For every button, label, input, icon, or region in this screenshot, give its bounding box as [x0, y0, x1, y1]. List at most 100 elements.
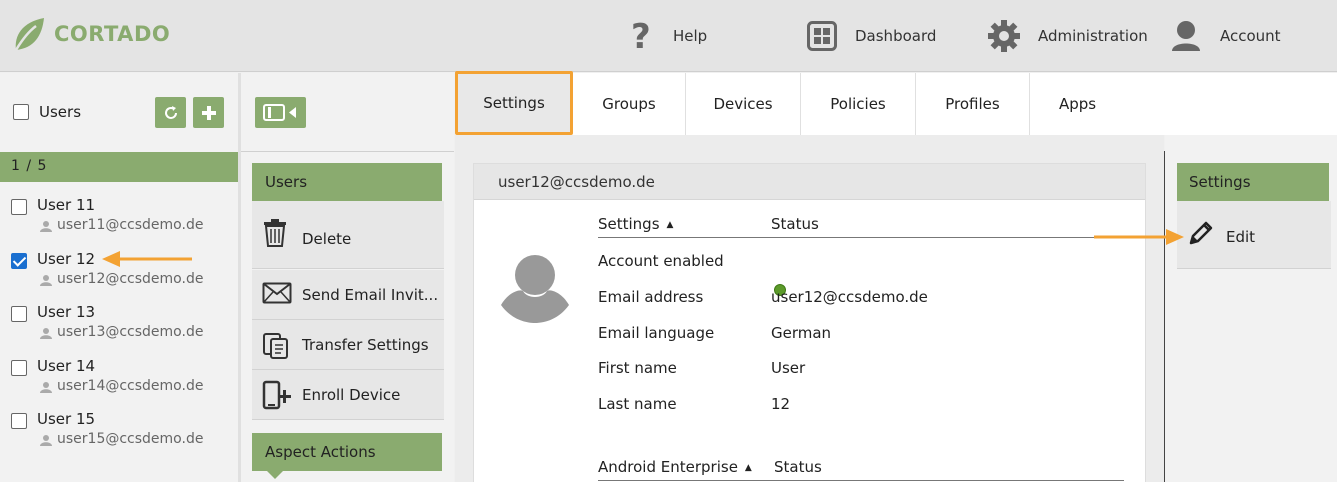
tab-devices[interactable]: Devices — [686, 73, 801, 135]
collapse-panel-button[interactable] — [255, 97, 306, 128]
cortado-logo[interactable]: CORTADO — [10, 14, 170, 54]
main-content: user12@ccsdemo.de Settings ▲ Status Accou… — [455, 135, 1164, 482]
user-small-icon — [40, 221, 52, 232]
status-column-header[interactable]: Status — [774, 458, 822, 476]
select-all-checkbox[interactable] — [13, 104, 29, 120]
user-checkbox[interactable] — [11, 360, 27, 376]
send-email-label: Send Email Invit... — [302, 286, 439, 304]
nav-dashboard[interactable]: Dashboard — [807, 16, 936, 56]
status-column-header[interactable]: Status — [771, 215, 819, 233]
nav-account[interactable]: Account — [1170, 16, 1281, 56]
separator — [241, 151, 454, 152]
page-indicator: 1 / 5 — [11, 158, 48, 174]
tab-profiles[interactable]: Profiles — [916, 73, 1030, 135]
send-email-invitation-action[interactable]: Send Email Invit... — [252, 270, 444, 320]
refresh-button[interactable] — [155, 97, 186, 128]
header-rule — [598, 480, 1124, 481]
user-list-header: Users — [0, 73, 238, 152]
nav-administration-label: Administration — [1038, 27, 1148, 45]
tab-policies[interactable]: Policies — [801, 73, 916, 135]
row-label: Last name — [598, 395, 677, 413]
user-list-item[interactable]: User 13 user13@ccsdemo.de — [0, 303, 238, 355]
nav-administration[interactable]: Administration — [988, 16, 1148, 56]
enroll-device-action[interactable]: Enroll Device — [252, 370, 444, 420]
top-bar: CORTADO ? Help Dashboard Administration … — [0, 0, 1337, 72]
collapse-sidebar-icon — [263, 104, 296, 121]
edit-label: Edit — [1226, 228, 1256, 246]
leaf-icon — [14, 18, 44, 51]
row-value: German — [771, 324, 832, 342]
user-name: User 13 — [37, 303, 96, 321]
trash-icon — [264, 219, 286, 247]
add-user-button[interactable] — [193, 97, 224, 128]
user-email: user12@ccsdemo.de — [57, 271, 204, 287]
tab-profiles-label: Profiles — [945, 95, 1000, 113]
user-name: User 15 — [37, 410, 96, 428]
tab-groups[interactable]: Groups — [573, 73, 686, 135]
delete-label: Delete — [302, 230, 352, 248]
row-value: user12@ccsdemo.de — [771, 288, 928, 306]
nav-help-label: Help — [673, 27, 708, 45]
row-label: Account enabled — [598, 252, 724, 270]
user-list-item[interactable]: User 11 user11@ccsdemo.de — [0, 196, 238, 248]
users-actions-title: Users — [265, 173, 308, 191]
tab-bar: Settings Groups Devices Policies Profile… — [455, 71, 1337, 135]
settings-actions-header: Settings — [1177, 163, 1329, 209]
nav-help[interactable]: ? Help — [627, 16, 707, 56]
user-name: User 11 — [37, 196, 96, 214]
row-value: User — [771, 359, 806, 377]
row-label: First name — [598, 359, 677, 377]
aspect-actions-title: Aspect Actions — [265, 443, 376, 461]
user-detail-header: user12@ccsdemo.de — [474, 164, 1145, 200]
user-email: user11@ccsdemo.de — [57, 217, 204, 233]
brand-name: CORTADO — [54, 22, 171, 46]
user-small-icon — [40, 435, 52, 446]
tab-devices-label: Devices — [713, 95, 773, 113]
settings-column-label: Settings — [598, 215, 660, 233]
plus-icon — [201, 105, 216, 120]
user-checkbox[interactable] — [11, 199, 27, 215]
row-value: 12 — [771, 395, 791, 413]
user-checkbox[interactable] — [11, 413, 27, 429]
user-email: user13@ccsdemo.de — [57, 324, 204, 340]
annotation-arrow-left — [102, 251, 192, 267]
settings-actions-title: Settings — [1189, 173, 1251, 191]
settings-actions-panel: Settings Edit — [1165, 135, 1337, 482]
actions-panel: Users Delete Send Email Invit... Transfe… — [241, 73, 454, 482]
user-small-icon — [40, 382, 52, 393]
user-list-item[interactable]: User 14 user14@ccsdemo.de — [0, 357, 238, 409]
tab-apps[interactable]: Apps — [1030, 73, 1125, 135]
user-detail-email: user12@ccsdemo.de — [498, 173, 655, 191]
user-email: user14@ccsdemo.de — [57, 378, 204, 394]
envelope-icon — [262, 282, 292, 304]
edit-button[interactable]: Edit — [1177, 201, 1331, 269]
user-list-item[interactable]: User 15 user15@ccsdemo.de — [0, 410, 238, 462]
android-enterprise-column-header[interactable]: Android Enterprise ▲ — [598, 458, 752, 476]
tab-apps-label: Apps — [1058, 95, 1097, 113]
android-enterprise-label: Android Enterprise — [598, 458, 738, 476]
sort-asc-icon: ▲ — [744, 463, 752, 473]
refresh-icon — [164, 105, 177, 119]
row-label: Email language — [598, 324, 715, 342]
transfer-settings-action[interactable]: Transfer Settings — [252, 320, 444, 370]
header-rule — [598, 237, 1124, 238]
settings-column-header[interactable]: Settings ▲ — [598, 215, 673, 233]
row-label: Email address — [598, 288, 704, 306]
user-small-icon — [40, 275, 52, 286]
svg-text:?: ? — [631, 18, 651, 54]
transfer-settings-label: Transfer Settings — [302, 336, 429, 354]
nav-dashboard-label: Dashboard — [855, 27, 937, 45]
add-device-icon — [262, 380, 291, 410]
enroll-device-label: Enroll Device — [302, 386, 401, 404]
tab-settings[interactable]: Settings — [455, 71, 573, 135]
gear-icon — [988, 20, 1020, 52]
delete-action[interactable]: Delete — [252, 201, 444, 269]
nav-account-label: Account — [1220, 27, 1281, 45]
sort-asc-icon: ▲ — [666, 220, 674, 230]
user-checkbox[interactable] — [11, 306, 27, 322]
aspect-actions-header: Aspect Actions — [252, 433, 442, 479]
annotation-arrow-right — [1094, 229, 1184, 245]
header-notch — [266, 470, 284, 479]
user-list-title: Users — [39, 103, 82, 121]
user-checkbox-checked[interactable] — [11, 253, 27, 269]
